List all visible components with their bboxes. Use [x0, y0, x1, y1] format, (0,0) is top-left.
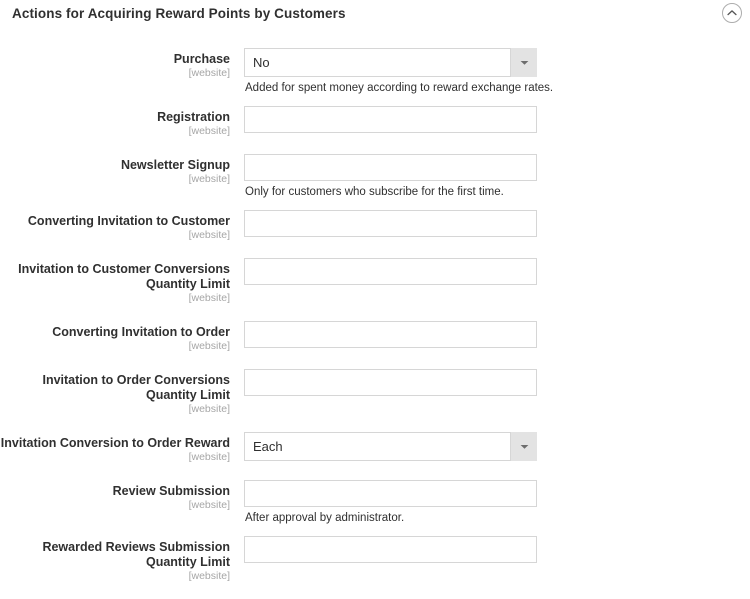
field-row: Converting Invitation to Customer[websit… — [0, 210, 750, 242]
field-label-group: Registration[website] — [0, 106, 244, 138]
field-label-group: Invitation Conversion to Order Reward[we… — [0, 432, 244, 464]
section-header: Actions for Acquiring Reward Points by C… — [0, 0, 750, 28]
row-spacer — [0, 199, 750, 210]
select-wrapper: No — [244, 48, 537, 77]
field-label: Invitation to Customer Conversions Quant… — [0, 262, 230, 292]
field-label: Invitation Conversion to Order Reward — [0, 436, 230, 451]
field-scope-label: [website] — [0, 67, 230, 80]
field-scope-label: [website] — [0, 173, 230, 186]
settings-form: Purchase[website]NoAdded for spent money… — [0, 28, 750, 599]
chevron-up-circle-icon[interactable] — [722, 3, 742, 23]
field-label-group: Newsletter Signup[website] — [0, 154, 244, 186]
field-row: Newsletter Signup[website]Only for custo… — [0, 154, 750, 199]
select-value: No — [253, 55, 270, 70]
field-scope-label: [website] — [0, 229, 230, 242]
field-control — [244, 258, 750, 285]
row-spacer — [0, 138, 750, 154]
field-scope-label: [website] — [0, 570, 230, 583]
field-label: Invitation to Order Conversions Quantity… — [0, 373, 230, 403]
field-scope-label: [website] — [0, 340, 230, 353]
row-spacer — [0, 416, 750, 432]
text-input[interactable] — [244, 106, 537, 133]
row-spacer — [0, 353, 750, 369]
field-scope-label: [website] — [0, 451, 230, 464]
field-scope-label: [website] — [0, 125, 230, 138]
field-label: Newsletter Signup — [0, 158, 230, 173]
field-row: Purchase[website] No Added for spent money… — [0, 48, 750, 95]
field-control: After approval by administrator. — [244, 480, 750, 525]
text-input[interactable] — [244, 258, 537, 285]
chevron-down-icon[interactable] — [510, 432, 537, 461]
select-value: Each — [253, 439, 283, 454]
field-row: Invitation to Customer Conversions Quant… — [0, 258, 750, 305]
select-field[interactable]: Each — [244, 432, 537, 461]
field-row: Converting Invitation to Order[website] — [0, 321, 750, 353]
field-control — [244, 210, 750, 237]
select-wrapper: Each — [244, 432, 537, 461]
field-row: Review Submission[website]After approval… — [0, 480, 750, 525]
field-label: Purchase — [0, 52, 230, 67]
field-label-group: Invitation to Customer Conversions Quant… — [0, 258, 244, 305]
field-control: No Added for spent money according to rew… — [244, 48, 750, 95]
field-help-text: After approval by administrator. — [245, 511, 750, 525]
field-help-text: Only for customers who subscribe for the… — [245, 185, 750, 199]
row-spacer — [0, 95, 750, 106]
field-label-group: Invitation to Order Conversions Quantity… — [0, 369, 244, 416]
select-field[interactable]: No — [244, 48, 537, 77]
text-input[interactable] — [244, 210, 537, 237]
field-row: Invitation Conversion to Order Reward[we… — [0, 432, 750, 464]
field-control — [244, 536, 750, 563]
row-spacer — [0, 242, 750, 258]
chevron-down-icon[interactable] — [510, 48, 537, 77]
text-input[interactable] — [244, 480, 537, 507]
text-input[interactable] — [244, 369, 537, 396]
field-label: Registration — [0, 110, 230, 125]
field-label: Review Submission — [0, 484, 230, 499]
text-input[interactable] — [244, 154, 537, 181]
row-spacer — [0, 464, 750, 480]
field-scope-label: [website] — [0, 292, 230, 305]
field-row: Rewarded Reviews Submission Quantity Lim… — [0, 536, 750, 583]
field-label-group: Converting Invitation to Customer[websit… — [0, 210, 244, 242]
page-title: Actions for Acquiring Reward Points by C… — [12, 7, 346, 21]
field-label: Converting Invitation to Customer — [0, 214, 230, 229]
row-spacer — [0, 583, 750, 599]
text-input[interactable] — [244, 321, 537, 348]
text-input[interactable] — [244, 536, 537, 563]
row-spacer — [0, 305, 750, 321]
field-label-group: Review Submission[website] — [0, 480, 244, 512]
field-scope-label: [website] — [0, 499, 230, 512]
field-help-text: Added for spent money according to rewar… — [245, 81, 750, 95]
field-label: Rewarded Reviews Submission Quantity Lim… — [0, 540, 230, 570]
field-control — [244, 369, 750, 396]
field-control: Only for customers who subscribe for the… — [244, 154, 750, 199]
field-control — [244, 106, 750, 133]
field-control: Each — [244, 432, 750, 461]
field-label-group: Purchase[website] — [0, 48, 244, 80]
row-spacer — [0, 525, 750, 536]
field-label: Converting Invitation to Order — [0, 325, 230, 340]
field-label-group: Converting Invitation to Order[website] — [0, 321, 244, 353]
field-row: Registration[website] — [0, 106, 750, 138]
field-row: Invitation to Order Conversions Quantity… — [0, 369, 750, 416]
field-scope-label: [website] — [0, 403, 230, 416]
field-label-group: Rewarded Reviews Submission Quantity Lim… — [0, 536, 244, 583]
field-control — [244, 321, 750, 348]
